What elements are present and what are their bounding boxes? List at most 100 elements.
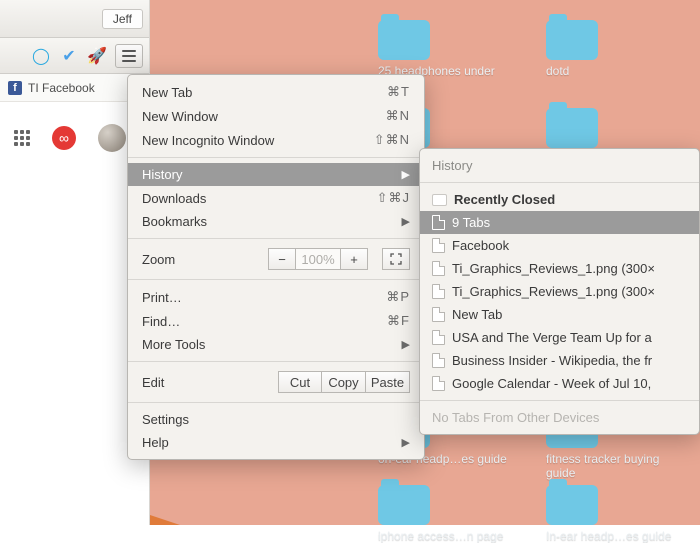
shortcut: ⌘P	[386, 289, 410, 305]
user-chip[interactable]: Jeff	[102, 9, 143, 29]
shortcut: ⇧⌘N	[374, 132, 410, 148]
folder-icon	[546, 20, 598, 60]
submenu-title: History	[432, 158, 472, 173]
titlebar: Jeff	[0, 0, 149, 38]
menu-separator	[420, 182, 699, 183]
menu-separator	[128, 402, 424, 403]
apps-icon[interactable]	[14, 130, 30, 146]
history-item[interactable]: USA and The Verge Team Up for a	[420, 326, 699, 349]
menu-item-edit: Edit Cut Copy Paste	[128, 367, 424, 397]
menu-item-help[interactable]: Help ▶	[128, 431, 424, 454]
copy-button[interactable]: Copy	[322, 371, 366, 393]
desktop-folder[interactable]: iphone access…n page	[378, 485, 518, 543]
page-icon	[432, 307, 445, 322]
history-item-label: Facebook	[452, 238, 509, 253]
history-item[interactable]: New Tab	[420, 303, 699, 326]
rocket-icon[interactable]: 🚀	[87, 46, 107, 66]
menu-separator	[128, 238, 424, 239]
desktop-folder[interactable]: dotd	[546, 20, 686, 78]
shortcut: ⌘T	[387, 84, 410, 100]
avatar[interactable]	[98, 124, 126, 152]
menu-label: Print…	[142, 290, 182, 305]
folder-label: fitness tracker buying guide	[546, 452, 686, 480]
toolbar: ◯ ✔ 🚀	[0, 38, 149, 74]
paste-button[interactable]: Paste	[366, 371, 410, 393]
menu-item-print[interactable]: Print… ⌘P	[128, 285, 424, 309]
folder-label: In-ear headp…es guide	[546, 529, 686, 543]
history-item-label: USA and The Verge Team Up for a	[452, 330, 652, 345]
shortcut: ⌘N	[386, 108, 410, 124]
history-item-label: Google Calendar - Week of Jul 10,	[452, 376, 651, 391]
menu-separator	[128, 279, 424, 280]
history-item-label: New Tab	[452, 307, 502, 322]
menu-item-bookmarks[interactable]: Bookmarks ▶	[128, 210, 424, 233]
page-icon	[432, 215, 445, 230]
shortcut: ⇧⌘J	[377, 190, 410, 206]
page-icon	[432, 261, 445, 276]
folder-label: iphone access…n page	[378, 529, 518, 543]
menu-item-more-tools[interactable]: More Tools ▶	[128, 333, 424, 356]
menu-separator	[420, 400, 699, 401]
menu-item-new-incognito[interactable]: New Incognito Window ⇧⌘N	[128, 128, 424, 152]
no-tabs-label: No Tabs From Other Devices	[420, 406, 699, 429]
submenu-header: History	[420, 154, 699, 177]
menu-separator	[128, 361, 424, 362]
submenu-arrow-icon: ▶	[402, 168, 410, 181]
menu-label: Settings	[142, 412, 189, 427]
menu-item-zoom: Zoom − 100% +	[128, 244, 424, 274]
facebook-icon: f	[8, 81, 22, 95]
history-item[interactable]: Facebook	[420, 234, 699, 257]
page-icon	[432, 330, 445, 345]
menu-item-history[interactable]: History ▶	[128, 163, 424, 186]
menu-label: New Window	[142, 109, 218, 124]
page-icon	[432, 284, 445, 299]
bookmark-link[interactable]: TI Facebook	[28, 81, 95, 95]
menu-label: More Tools	[142, 337, 205, 352]
menu-separator	[128, 157, 424, 158]
folder-icon	[546, 485, 598, 525]
opera-icon[interactable]: ◯	[31, 46, 51, 66]
history-item[interactable]: 9 Tabs	[420, 211, 699, 234]
menu-label: History	[142, 167, 182, 182]
extension-icon[interactable]: ✔	[59, 46, 79, 66]
label: Recently Closed	[454, 192, 555, 207]
history-item[interactable]: Ti_Graphics_Reviews_1.png (300×	[420, 280, 699, 303]
menu-label: Help	[142, 435, 169, 450]
history-item-label: Ti_Graphics_Reviews_1.png (300×	[452, 261, 655, 276]
desktop-folder[interactable]: In-ear headp…es guide	[546, 485, 686, 543]
menu-item-downloads[interactable]: Downloads ⇧⌘J	[128, 186, 424, 210]
history-item[interactable]: Business Insider - Wikipedia, the fr	[420, 349, 699, 372]
folder-icon	[378, 485, 430, 525]
zoom-value: 100%	[296, 248, 340, 270]
page-icon	[432, 238, 445, 253]
menu-item-settings[interactable]: Settings	[128, 408, 424, 431]
history-item-label: Business Insider - Wikipedia, the fr	[452, 353, 652, 368]
cut-button[interactable]: Cut	[278, 371, 322, 393]
menu-item-new-tab[interactable]: New Tab ⌘T	[128, 80, 424, 104]
chrome-main-menu: New Tab ⌘T New Window ⌘N New Incognito W…	[127, 74, 425, 460]
folder-icon	[546, 108, 598, 148]
fullscreen-button[interactable]	[382, 248, 410, 270]
zoom-out-button[interactable]: −	[268, 248, 296, 270]
folder-icon	[378, 20, 430, 60]
hamburger-menu-button[interactable]	[115, 44, 143, 68]
label: No Tabs From Other Devices	[432, 410, 599, 425]
folder-icon	[432, 194, 447, 206]
menu-item-new-window[interactable]: New Window ⌘N	[128, 104, 424, 128]
menu-label: New Incognito Window	[142, 133, 274, 148]
page-icon	[432, 353, 445, 368]
menu-label: Edit	[142, 375, 164, 390]
submenu-arrow-icon: ▶	[402, 436, 410, 449]
history-item-label: Ti_Graphics_Reviews_1.png (300×	[452, 284, 655, 299]
history-item[interactable]: Ti_Graphics_Reviews_1.png (300×	[420, 257, 699, 280]
infinity-icon[interactable]: ∞	[52, 126, 76, 150]
page-icon	[432, 376, 445, 391]
menu-label: Zoom	[142, 252, 175, 267]
zoom-in-button[interactable]: +	[340, 248, 368, 270]
history-submenu: History Recently Closed 9 Tabs Facebook Ti…	[419, 148, 700, 435]
folder-label: dotd	[546, 64, 686, 78]
menu-item-find[interactable]: Find… ⌘F	[128, 309, 424, 333]
submenu-arrow-icon: ▶	[402, 215, 410, 228]
shortcut: ⌘F	[387, 313, 410, 329]
history-item[interactable]: Google Calendar - Week of Jul 10,	[420, 372, 699, 395]
